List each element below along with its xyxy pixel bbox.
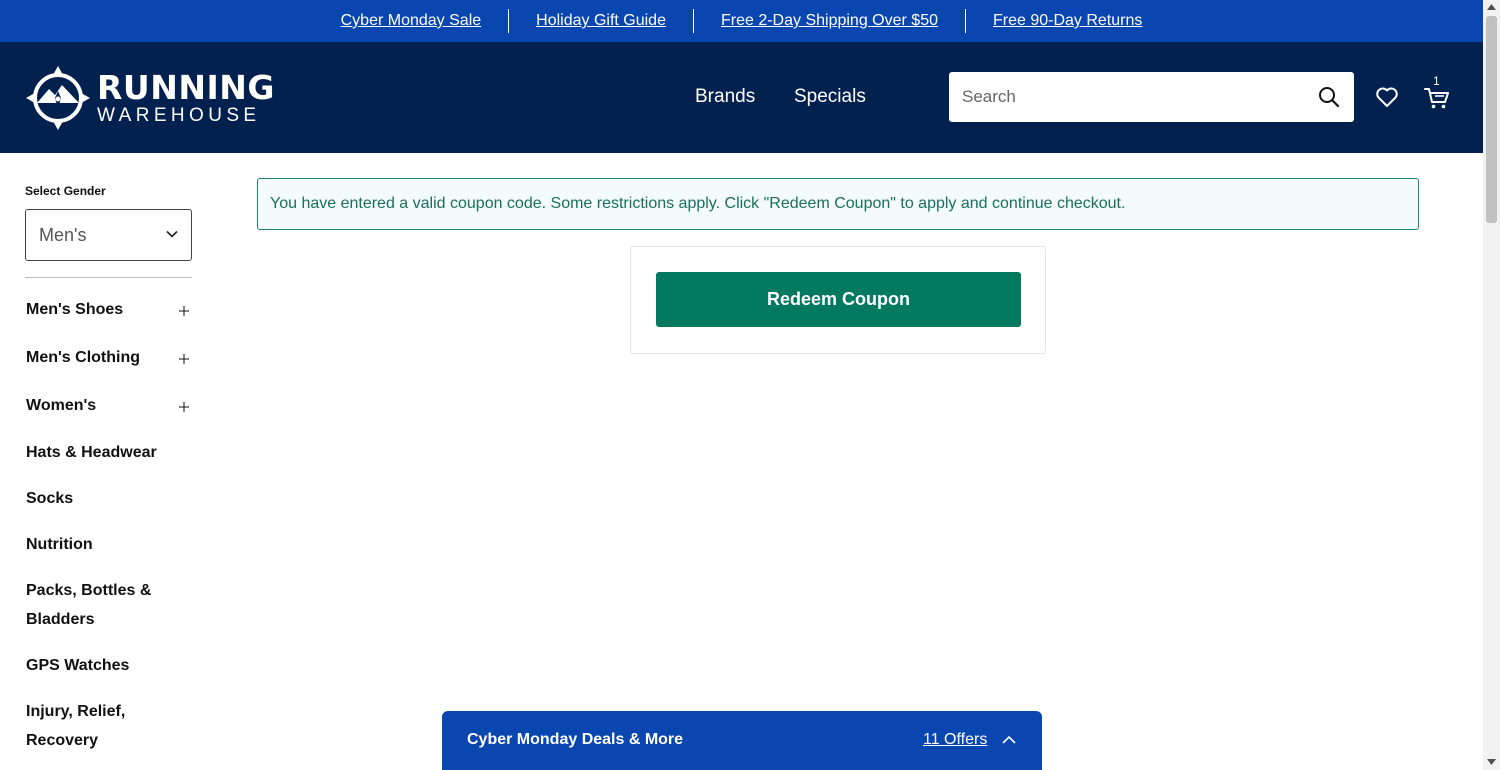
sidebar-item-gps-watches[interactable]: GPS Watches bbox=[26, 651, 186, 680]
logo-line-running: RUNNING bbox=[97, 67, 275, 107]
promo-link-free-shipping[interactable]: Free 2-Day Shipping Over $50 bbox=[694, 9, 965, 33]
sidebar-item-mens-clothing[interactable]: Men's Clothing bbox=[26, 343, 186, 372]
redeem-coupon-button[interactable]: Redeem Coupon bbox=[656, 272, 1021, 327]
coupon-alert-text: You have entered a valid coupon code. So… bbox=[270, 195, 1126, 212]
deals-offers-link[interactable]: 11 Offers bbox=[923, 731, 987, 749]
scroll-down-arrow-icon[interactable] bbox=[1487, 759, 1496, 765]
logo-line-warehouse: WAREHOUSE bbox=[97, 104, 261, 126]
redeem-coupon-panel: Redeem Coupon bbox=[630, 246, 1046, 354]
deals-drawer-title: Cyber Monday Deals & More bbox=[467, 731, 684, 748]
site-logo[interactable]: RUNNING WAREHOUSE bbox=[25, 64, 275, 132]
cart-icon[interactable] bbox=[1424, 86, 1450, 110]
plus-icon[interactable] bbox=[177, 304, 191, 318]
gender-label: Select Gender bbox=[25, 184, 106, 198]
compass-logo-icon bbox=[26, 66, 90, 130]
sidebar-item-injury-relief-recovery[interactable]: Injury, Relief, Recovery bbox=[26, 697, 136, 755]
sidebar-item-hats-headwear[interactable]: Hats & Headwear bbox=[26, 438, 186, 467]
deals-drawer[interactable]: Cyber Monday Deals & More 11 Offers bbox=[442, 711, 1042, 770]
nav-brands[interactable]: Brands bbox=[695, 86, 755, 108]
search-icon[interactable] bbox=[1318, 86, 1340, 108]
site-header: RUNNING WAREHOUSE Brands Specials 1 bbox=[0, 42, 1483, 153]
promo-link-cyber-monday-sale[interactable]: Cyber Monday Sale bbox=[314, 9, 509, 33]
sidebar-divider bbox=[25, 277, 192, 278]
search-bar bbox=[949, 72, 1354, 122]
chevron-up-icon[interactable] bbox=[1001, 733, 1017, 747]
chevron-down-icon bbox=[166, 230, 178, 238]
plus-icon[interactable] bbox=[177, 400, 191, 414]
plus-icon[interactable] bbox=[177, 352, 191, 366]
sidebar-item-nutrition[interactable]: Nutrition bbox=[26, 530, 186, 559]
sidebar-item-socks[interactable]: Socks bbox=[26, 484, 186, 513]
logo-wordmark: RUNNING WAREHOUSE bbox=[97, 67, 275, 126]
promo-bar: Cyber Monday Sale Holiday Gift Guide Fre… bbox=[0, 0, 1483, 42]
sidebar-item-packs-bottles-bladders[interactable]: Packs, Bottles & Bladders bbox=[26, 576, 161, 634]
heart-icon[interactable] bbox=[1375, 86, 1399, 108]
sidebar-item-womens[interactable]: Women's bbox=[26, 391, 186, 420]
search-input[interactable] bbox=[949, 72, 1309, 122]
promo-link-free-returns[interactable]: Free 90-Day Returns bbox=[966, 9, 1169, 33]
page-scrollbar[interactable] bbox=[1483, 0, 1500, 770]
gender-select-value: Men's bbox=[39, 224, 87, 245]
coupon-valid-alert: You have entered a valid coupon code. So… bbox=[257, 178, 1419, 230]
gender-select[interactable]: Men's bbox=[25, 209, 192, 261]
sidebar-item-mens-shoes[interactable]: Men's Shoes bbox=[26, 295, 186, 324]
promo-link-holiday-gift-guide[interactable]: Holiday Gift Guide bbox=[509, 9, 693, 33]
nav-specials[interactable]: Specials bbox=[794, 86, 866, 108]
scrollbar-thumb[interactable] bbox=[1486, 16, 1497, 223]
scroll-up-arrow-icon[interactable] bbox=[1487, 4, 1496, 10]
